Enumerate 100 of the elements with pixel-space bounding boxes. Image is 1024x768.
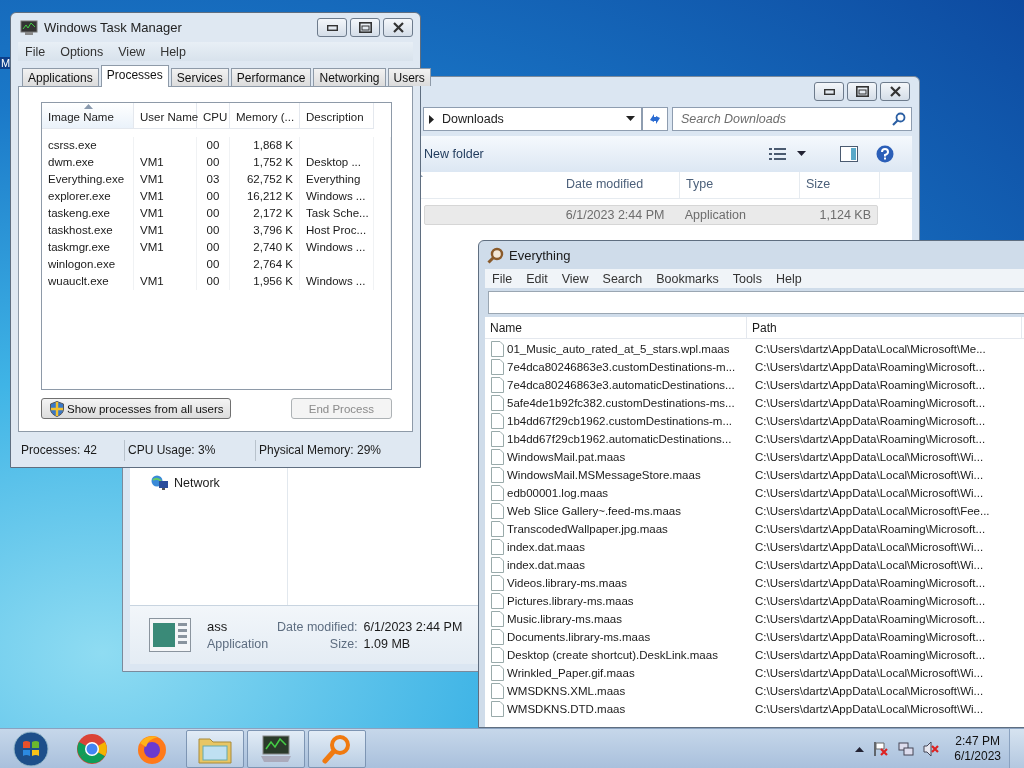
menu-item[interactable]: Help [160, 44, 186, 59]
file-type: Application [207, 637, 270, 651]
file-name[interactable]: 7e4dca80246863e3.automaticDestinations... [485, 377, 739, 393]
table-cell: 2,764 K [230, 256, 300, 273]
tab[interactable]: Performance [230, 68, 312, 86]
file-name[interactable]: WMSDKNS.XML.maas [485, 683, 630, 699]
menu-item[interactable]: File [25, 44, 46, 59]
file-icon [491, 557, 504, 573]
file-name[interactable]: Web Slice Gallery~.feed-ms.maas [485, 503, 685, 519]
file-name[interactable]: edb00001.log.maas [485, 485, 613, 501]
menu-item[interactable]: Options [60, 44, 104, 59]
maximize-button[interactable] [847, 82, 877, 101]
clock[interactable]: 2:47 PM 6/1/2023 [954, 733, 1001, 764]
file-path: C:\Users\dartz\AppData\Roaming\Microsoft... [754, 361, 987, 373]
file-name[interactable]: 1b4dd67f29cb1962.customDestinations-m... [485, 413, 737, 429]
table-cell-text: 1,124 KB [818, 208, 872, 222]
file-icon [491, 539, 504, 555]
menu-item[interactable]: Edit [526, 271, 548, 286]
file-name[interactable]: 5afe4de1b92fc382.customDestinations-ms... [485, 395, 739, 411]
file-name[interactable]: Pictures.library-ms.maas [485, 593, 638, 609]
view-list-icon[interactable] [769, 147, 787, 161]
tab[interactable]: Processes [100, 65, 169, 87]
dropdown-caret-icon[interactable] [626, 116, 635, 122]
file-row[interactable]: 6/1/2023 2:44 PM Application 1,124 KB [424, 205, 878, 225]
table-cell: 1,956 K [230, 273, 300, 290]
file-path: C:\Users\dartz\AppData\Local\Microsoft\Wi... [754, 685, 985, 697]
flag-icon[interactable] [873, 740, 890, 757]
close-button[interactable] [383, 18, 413, 38]
tab[interactable]: Services [170, 68, 229, 86]
file-name: ass [207, 619, 229, 634]
button[interactable]: Show processes from all users [41, 398, 231, 419]
menu-item[interactable]: Help [775, 271, 802, 286]
table-cell: Everything [300, 171, 374, 188]
search-field[interactable] [488, 291, 1024, 314]
file-icon [491, 359, 504, 375]
menu-item[interactable]: File [492, 271, 513, 286]
menu-item[interactable]: Search [602, 271, 643, 286]
search-icon[interactable] [892, 112, 906, 126]
table-cell: Everything.exe [42, 171, 134, 188]
column-header[interactable]: Name [485, 317, 747, 338]
table-cell: VM1 [134, 222, 197, 239]
nav-item[interactable]: Network [149, 474, 222, 492]
file-name[interactable]: index.dat.maas [485, 539, 589, 555]
file-path: C:\Users\dartz\AppData\Roaming\Microsoft... [754, 577, 987, 589]
file-name[interactable]: Documents.library-ms.maas [485, 629, 655, 645]
file-name[interactable]: Desktop (create shortcut).DeskLink.maas [485, 647, 722, 663]
file-name[interactable]: Music.library-ms.maas [485, 611, 626, 627]
file-name[interactable]: WindowsMail.pat.maas [485, 449, 630, 465]
file-name[interactable]: Wrinkled_Paper.gif.maas [485, 665, 639, 681]
file-path: C:\Users\dartz\AppData\Roaming\Microsoft... [754, 379, 987, 391]
preview-pane-icon[interactable] [840, 146, 858, 162]
menu-item[interactable]: Bookmarks [656, 271, 719, 286]
refresh-button[interactable] [642, 107, 668, 131]
column-header[interactable]: Size [800, 172, 880, 198]
file-name[interactable]: WindowsMail.MSMessageStore.maas [485, 467, 705, 483]
table-cell: 62,752 K [230, 171, 300, 188]
tab[interactable]: Users [387, 68, 431, 86]
maximize-button[interactable] [350, 18, 380, 38]
magnifier-icon [487, 246, 504, 264]
help-icon[interactable] [876, 145, 894, 163]
table-cell: dwm.exe [42, 154, 134, 171]
dropdown-caret-icon[interactable] [797, 151, 806, 157]
menu-item[interactable]: View [118, 44, 146, 59]
file-icon [491, 413, 504, 429]
minimize-button[interactable] [317, 18, 347, 38]
show-hidden-icons-icon[interactable] [855, 745, 865, 752]
file-name[interactable]: 1b4dd67f29cb1962.automaticDestinations... [485, 431, 736, 447]
table-cell: Windows ... [300, 188, 374, 205]
menu-item[interactable]: View [561, 271, 589, 286]
table-cell: 00 [197, 256, 230, 273]
minimize-icon [823, 88, 835, 95]
tab[interactable]: Networking [313, 68, 386, 86]
close-button[interactable] [880, 82, 910, 101]
column-header[interactable]: Memory (... [230, 103, 300, 129]
breadcrumb-item[interactable]: Downloads [442, 112, 504, 126]
network-icon[interactable] [898, 740, 915, 757]
file-icon [491, 377, 504, 393]
tab[interactable]: Applications [22, 68, 99, 86]
minimize-button[interactable] [814, 82, 844, 101]
taskbar-button[interactable] [247, 729, 305, 768]
file-name[interactable]: index.dat.maas [485, 557, 589, 573]
column-header[interactable]: Image Name [42, 103, 134, 129]
speaker-icon[interactable] [923, 740, 940, 757]
column-header[interactable]: CPU [197, 103, 230, 129]
file-name[interactable]: Videos.library-ms.maas [485, 575, 631, 591]
column-header[interactable]: Description [300, 103, 374, 129]
column-header[interactable]: Type [680, 172, 800, 198]
column-header[interactable]: Date modified [560, 172, 680, 198]
file-name[interactable]: 01_Music_auto_rated_at_5_stars.wpl.maas [485, 341, 734, 357]
new-folder-button[interactable]: New folder [424, 145, 484, 163]
column-header[interactable]: User Name [134, 103, 197, 129]
search-field[interactable]: Search Downloads [672, 107, 912, 131]
menu-item[interactable]: Tools [732, 271, 762, 286]
table-cell-text: Application [683, 208, 747, 222]
file-name[interactable]: TranscodedWallpaper.jpg.maas [485, 521, 672, 537]
address-bar[interactable]: Downloads [423, 107, 642, 131]
file-path: C:\Users\dartz\AppData\Local\Microsoft\Wi... [754, 559, 985, 571]
column-header[interactable]: Path [747, 317, 1022, 338]
file-name[interactable]: WMSDKNS.DTD.maas [485, 701, 630, 717]
file-name[interactable]: 7e4dca80246863e3.customDestinations-m... [485, 359, 740, 375]
